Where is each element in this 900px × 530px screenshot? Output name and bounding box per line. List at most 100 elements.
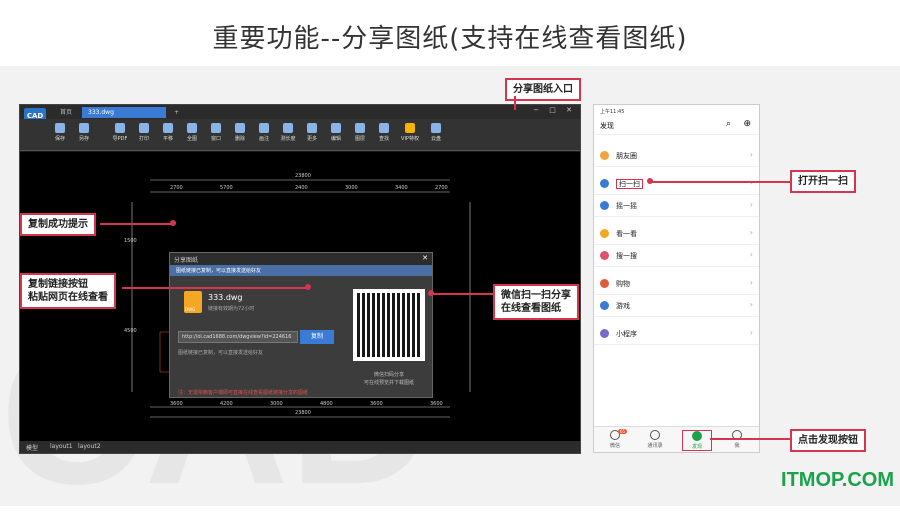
- export-pdf-button[interactable]: 导PDF: [108, 122, 132, 148]
- layer-button[interactable]: 图层: [348, 122, 372, 148]
- qr-caption: 微信扫码分享: [373, 372, 404, 378]
- list-item-games[interactable]: 游戏 ›: [594, 295, 759, 317]
- window-controls[interactable]: − □ ✕: [533, 106, 576, 114]
- wechat-qr-code: [353, 289, 425, 361]
- cloud-icon: [431, 123, 441, 133]
- connector-line: [100, 223, 172, 225]
- shopping-icon: [600, 279, 609, 288]
- window-zoom-button[interactable]: 窗口: [204, 122, 228, 148]
- chevron-right-icon: ›: [749, 328, 753, 337]
- callout-copy-link: 复制链接按钮 粘贴网页在线查看: [20, 273, 116, 309]
- dim-top-2: 5700: [220, 185, 233, 191]
- zoom-icon: [187, 123, 197, 133]
- dim-bottom-2: 4200: [220, 401, 233, 407]
- pdf-icon: [115, 123, 125, 133]
- unread-badge: 65: [618, 429, 628, 434]
- layout2-tab[interactable]: layout2: [78, 443, 101, 450]
- dialog-header: 分享图纸 ✕: [170, 253, 432, 265]
- dim-bottom-5: 3600: [370, 401, 383, 407]
- dim-bottom-1: 3600: [170, 401, 183, 407]
- connector-dot: [170, 220, 176, 226]
- toolbar: 保存 另存 导PDF 打印 平移 全图 窗口 删除 画注 测长度 更多 编辑 图…: [20, 119, 580, 151]
- copied-hint: 图纸链接已复制，可以直接发送给好友: [178, 350, 264, 356]
- discover-title: 发现: [600, 122, 614, 130]
- share-dialog: 分享图纸 ✕ 图纸链接已复制，可以直接发送给好友 DWG 333.dwg 链接有效…: [169, 252, 433, 398]
- dwg-file-icon: DWG: [184, 291, 202, 313]
- layout1-tab[interactable]: layout1: [50, 443, 73, 450]
- chevron-right-icon: ›: [749, 300, 753, 309]
- dim-top-6: 2700: [435, 185, 448, 191]
- vip-icon: [405, 123, 415, 133]
- shake-icon: [600, 201, 609, 210]
- save-as-icon: [79, 123, 89, 133]
- layer-icon: [355, 123, 365, 133]
- edit-icon: [331, 123, 341, 133]
- window-icon: [211, 123, 221, 133]
- connector-line: [430, 293, 493, 295]
- chevron-right-icon: ›: [749, 278, 753, 287]
- chevron-right-icon: ›: [749, 150, 753, 159]
- dim-top-1: 2700: [170, 185, 183, 191]
- print-button[interactable]: 打印: [132, 122, 156, 148]
- games-icon: [600, 301, 609, 310]
- find-button[interactable]: 查找: [372, 122, 396, 148]
- add-icon[interactable]: ⊕: [743, 119, 751, 129]
- tab-home[interactable]: 首页: [54, 107, 78, 118]
- save-button[interactable]: 保存: [48, 122, 72, 148]
- callout-share-entry: 分享图纸入口: [505, 78, 581, 101]
- tab-contacts[interactable]: 通讯录: [640, 430, 670, 449]
- ruler-icon: [283, 123, 293, 133]
- full-view-button[interactable]: 全图: [180, 122, 204, 148]
- list-item-search[interactable]: 搜一搜 ›: [594, 245, 759, 267]
- list-item-mini-programs[interactable]: 小程序 ›: [594, 323, 759, 345]
- moments-icon: [600, 151, 609, 160]
- copy-link-button[interactable]: 复制: [300, 330, 334, 344]
- slide-title: 重要功能--分享图纸(支持在线查看图纸): [212, 24, 688, 54]
- new-tab-button[interactable]: +: [168, 107, 185, 118]
- compass-icon: [692, 431, 702, 441]
- measure-button[interactable]: 测长度: [276, 122, 300, 148]
- brand-logo: ITMOP.COM: [781, 469, 894, 491]
- dim-bottom-3: 3000: [270, 401, 283, 407]
- list-item-shake[interactable]: 摇一摇 ›: [594, 195, 759, 217]
- dim-left-2: 4500: [124, 328, 137, 334]
- delete-button[interactable]: 删除: [228, 122, 252, 148]
- save-as-button[interactable]: 另存: [72, 122, 96, 148]
- dim-top-total: 23800: [295, 173, 311, 179]
- annotate-button[interactable]: 画注: [252, 122, 276, 148]
- share-link-field[interactable]: http://ol.cad1688.com/dwgview?id=224616: [178, 331, 298, 343]
- tab-discover[interactable]: 发现: [682, 430, 712, 451]
- edit-button[interactable]: 编辑: [324, 122, 348, 148]
- file-name: 333.dwg: [208, 293, 243, 302]
- tab-file[interactable]: 333.dwg: [82, 107, 166, 118]
- chevron-right-icon: ›: [749, 250, 753, 259]
- chevron-right-icon: ›: [749, 178, 753, 187]
- callout-copy-success: 复制成功提示: [20, 213, 96, 236]
- tab-chats[interactable]: 微信 65: [600, 429, 630, 449]
- cloud-button[interactable]: 云盘: [424, 122, 448, 148]
- scan-icon: [600, 179, 609, 188]
- copy-success-banner: 图纸链接已复制，可以直接发送给好友: [170, 265, 432, 276]
- pan-button[interactable]: 平移: [156, 122, 180, 148]
- callout-wechat-share: 微信扫一扫分享 在线查看图纸: [493, 284, 579, 320]
- more-button[interactable]: 更多: [300, 122, 324, 148]
- tab-me[interactable]: 我: [722, 430, 752, 449]
- connector-line: [710, 438, 790, 440]
- model-tab[interactable]: 模型: [26, 443, 38, 452]
- search-feature-icon: [600, 251, 609, 260]
- top-stories-icon: [600, 229, 609, 238]
- list-item-moments[interactable]: 朋友圈 ›: [594, 145, 759, 167]
- vip-button[interactable]: VIP特权: [398, 122, 422, 148]
- warning-note: 注：无需依赖客户端即可直接在线查看图纸链接分享的图纸: [178, 390, 309, 396]
- annotate-icon: [259, 123, 269, 133]
- list-item-scan[interactable]: 扫一扫 ›: [594, 173, 759, 195]
- list-item-top-stories[interactable]: 看一看 ›: [594, 223, 759, 245]
- hand-icon: [163, 123, 173, 133]
- close-icon[interactable]: ✕: [422, 254, 428, 262]
- mini-program-icon: [600, 329, 609, 338]
- dim-bottom-6: 3600: [430, 401, 443, 407]
- search-icon[interactable]: ⌕: [726, 119, 731, 129]
- contacts-icon: [650, 430, 660, 440]
- list-item-shopping[interactable]: 购物 ›: [594, 273, 759, 295]
- chevron-right-icon: ›: [749, 200, 753, 209]
